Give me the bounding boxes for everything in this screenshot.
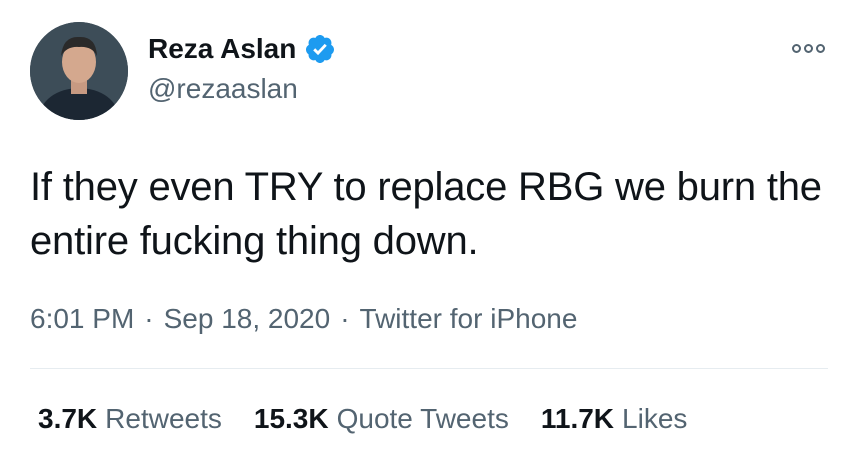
retweets-stat[interactable]: 3.7K Retweets xyxy=(38,402,222,436)
more-dot xyxy=(791,43,801,53)
retweets-count: 3.7K xyxy=(38,403,98,434)
avatar[interactable] xyxy=(30,22,128,120)
more-dot xyxy=(803,43,813,53)
tweet-source[interactable]: Twitter for iPhone xyxy=(360,302,578,336)
tweet-stats: 3.7K Retweets 15.3K Quote Tweets 11.7K L… xyxy=(38,402,687,436)
author-handle[interactable]: @rezaaslan xyxy=(148,72,298,106)
quote-tweets-stat[interactable]: 15.3K Quote Tweets xyxy=(254,402,509,436)
verified-badge-icon xyxy=(306,35,335,63)
tweet-card: Reza Aslan @rezaaslan If they even TRY t… xyxy=(0,0,848,462)
tweet-meta: 6:01 PM · Sep 18, 2020 · Twitter for iPh… xyxy=(30,302,577,336)
tweet-text: If they even TRY to replace RBG we burn … xyxy=(30,165,822,263)
author-name-row: Reza Aslan xyxy=(148,32,336,66)
avatar-image xyxy=(30,22,128,120)
divider xyxy=(30,368,828,369)
tweet-date[interactable]: Sep 18, 2020 xyxy=(164,302,331,336)
more-options-icon[interactable] xyxy=(788,34,828,62)
likes-stat[interactable]: 11.7K Likes xyxy=(541,402,688,436)
retweets-label: Retweets xyxy=(105,403,222,434)
quote-tweets-count: 15.3K xyxy=(253,403,329,434)
more-dot xyxy=(815,43,825,53)
tweet-time[interactable]: 6:01 PM xyxy=(30,302,134,336)
quote-tweets-label: Quote Tweets xyxy=(336,403,509,434)
likes-label: Likes xyxy=(622,403,688,434)
author-display-name[interactable]: Reza Aslan xyxy=(148,32,296,66)
likes-count: 11.7K xyxy=(540,403,615,434)
meta-separator: · xyxy=(144,303,154,334)
meta-separator: · xyxy=(340,303,350,334)
